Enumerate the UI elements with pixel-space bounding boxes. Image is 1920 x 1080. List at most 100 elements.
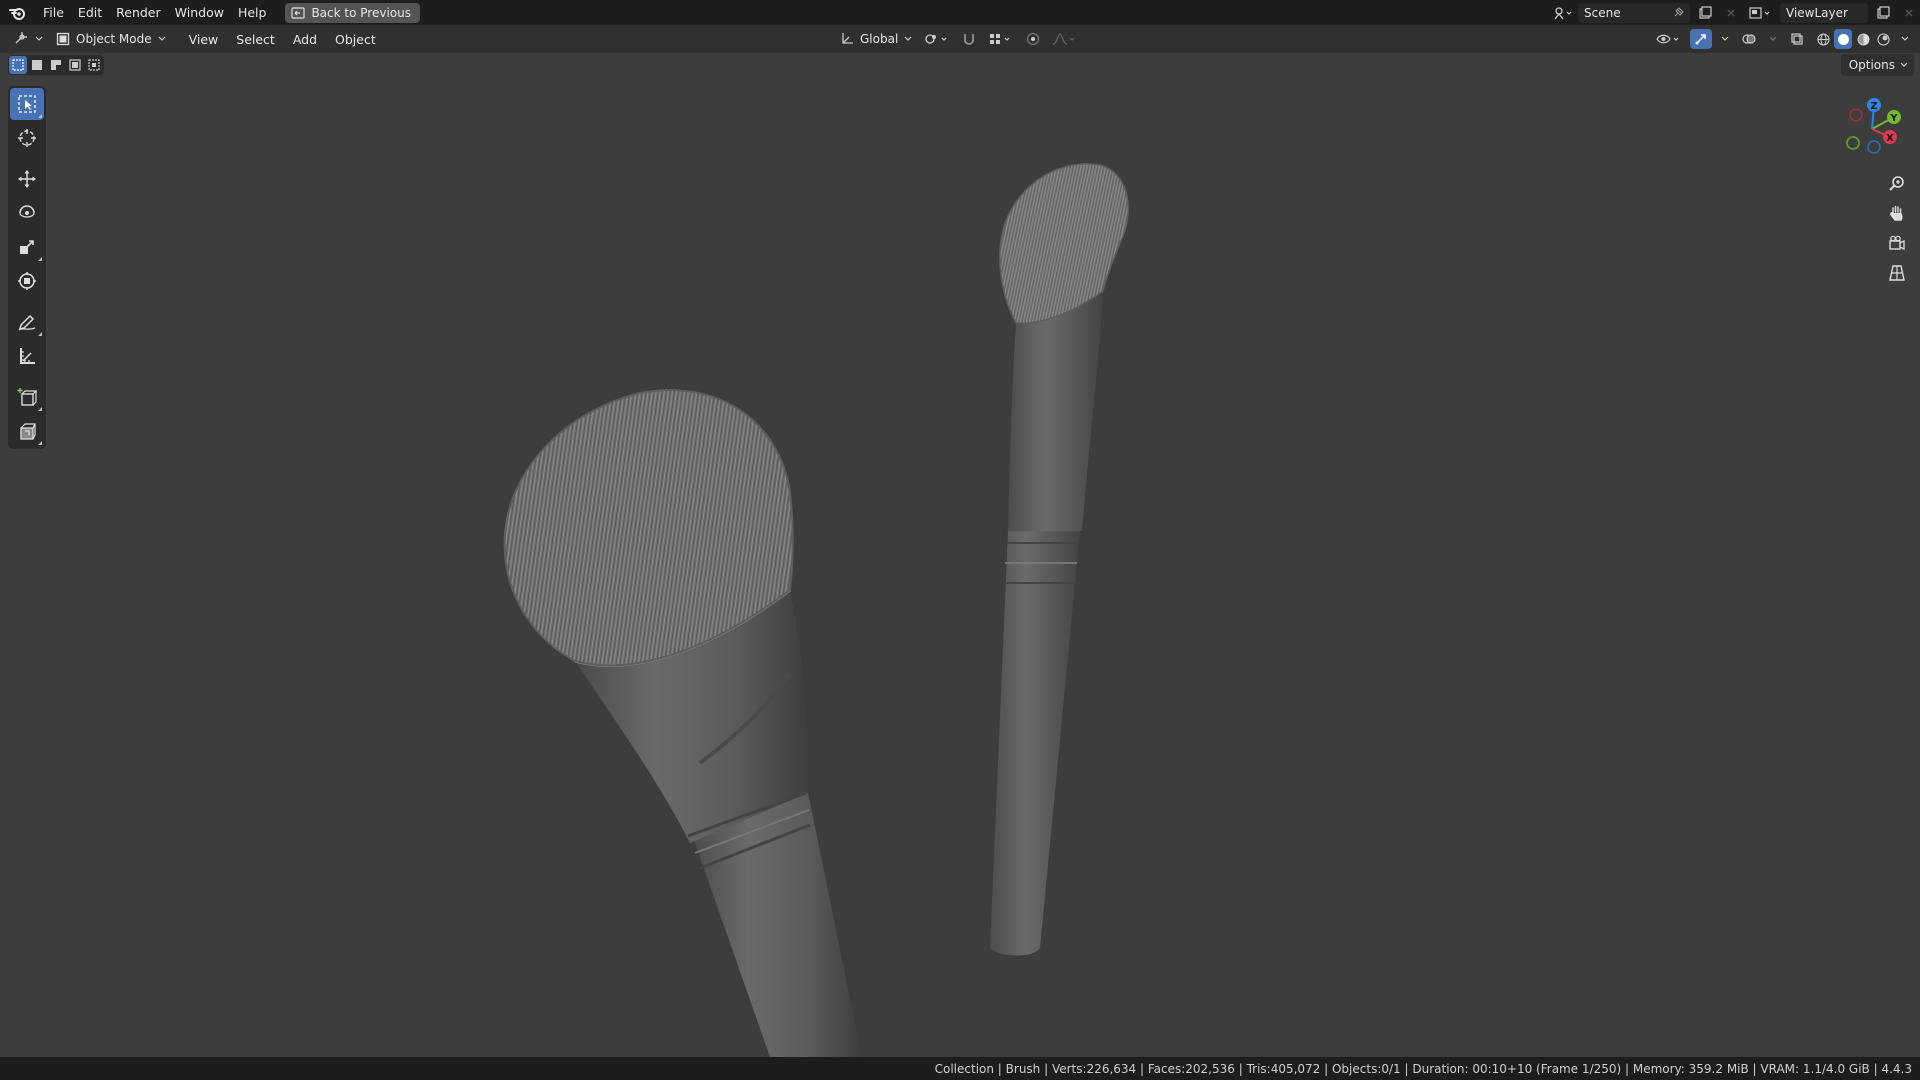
new-view-layer-icon[interactable] [1872,3,1894,23]
object-mode-dropdown[interactable]: Object Mode [50,28,174,50]
transform-tool[interactable] [10,265,44,297]
blender-logo-icon[interactable] [0,0,36,25]
gizmo-neg-y-handle[interactable] [1846,136,1860,150]
chevron-down-icon [904,36,912,41]
object-mode-label: Object Mode [76,32,152,46]
magnet-icon [964,34,975,45]
solid-shading-button[interactable] [1834,29,1852,49]
transform-orientation-label: Global [860,32,899,46]
scale-tool[interactable] [10,231,44,263]
navigation-gizmo[interactable]: Y Z X [1836,93,1908,165]
move-tool[interactable] [10,163,44,195]
menu-object[interactable]: Object [326,32,385,47]
falloff-curve-icon [1053,33,1075,45]
select-extend-mode-button[interactable] [28,56,46,74]
options-dropdown[interactable]: Options [1840,54,1914,76]
scene-browse-icon[interactable] [1552,3,1574,23]
delete-scene-icon[interactable] [1720,3,1742,23]
measure-tool[interactable] [10,340,44,372]
scale-icon [20,240,34,254]
select-intersect-icon [88,59,100,71]
cursor-icon [18,129,36,147]
move-icon [18,170,36,188]
gizmo-neg-x-handle[interactable] [1849,108,1863,122]
transform-orientation-dropdown[interactable]: Global [836,28,917,50]
menu-select[interactable]: Select [227,32,284,47]
menu-help[interactable]: Help [231,0,274,25]
pivot-icon [925,34,947,44]
gizmo-y-label: Y [1889,113,1898,124]
menu-edit[interactable]: Edit [71,0,109,25]
new-scene-icon[interactable] [1694,3,1716,23]
pin-icon[interactable] [1672,6,1684,19]
proportional-editing-toggle[interactable] [1022,29,1044,49]
gizmo-dropdown[interactable] [1718,29,1732,49]
material-preview-button[interactable] [1854,29,1872,49]
view-layer-field[interactable]: ViewLayer [1780,2,1868,23]
gizmo-z-label: Z [1870,101,1877,112]
gizmo-toggle[interactable] [1690,29,1712,49]
snap-target-dropdown[interactable] [986,29,1016,49]
xray-icon [1791,33,1803,45]
add-cube-icon [17,388,37,406]
shading-dropdown[interactable] [1898,29,1912,49]
cursor-tool[interactable] [10,122,44,154]
editor-type-selector[interactable] [6,28,50,50]
camera-view-button[interactable] [1884,230,1910,256]
select-intersect-mode-button[interactable] [85,56,103,74]
status-bar: Collection | Brush | Verts:226,634 | Fac… [0,1057,1920,1080]
annotate-pencil-icon [18,314,36,331]
add-object-tool[interactable] [10,415,44,447]
chevron-down-icon [158,36,166,41]
snap-grid-icon [990,34,1010,44]
delete-view-layer-icon[interactable] [1898,3,1920,23]
annotate-tool[interactable] [10,306,44,338]
menu-window[interactable]: Window [168,0,231,25]
scene-name: Scene [1584,5,1621,20]
viewport-header: Object Mode View Select Add Object Globa… [0,25,1920,53]
menu-add[interactable]: Add [284,32,326,47]
3d-viewport[interactable]: Options Y Z X [0,53,1920,1057]
proportional-falloff-dropdown[interactable] [1050,29,1080,49]
view-layer-browse-icon[interactable] [1746,3,1776,23]
xray-toggle[interactable] [1786,29,1808,49]
select-new-icon [12,59,24,71]
hand-icon [1890,205,1903,221]
rotate-tool[interactable] [10,197,44,229]
visibility-dropdown[interactable] [1654,29,1684,49]
select-invert-mode-button[interactable] [66,56,84,74]
overlays-icon [1742,34,1756,44]
proportional-edit-icon [1027,32,1040,46]
select-box-tool[interactable] [10,88,44,120]
gizmo-x-label: X [1886,133,1894,144]
grid-perspective-icon [1889,265,1905,281]
select-subtract-mode-button[interactable] [47,56,65,74]
menu-view[interactable]: View [180,32,228,47]
tool-shelf [8,86,46,449]
pivot-point-dropdown[interactable] [922,29,952,49]
measure-ruler-icon [20,348,35,364]
select-subtract-icon [51,60,61,70]
overlays-toggle[interactable] [1738,29,1760,49]
chevron-down-icon [1900,62,1908,67]
zoom-view-button[interactable] [1884,170,1910,196]
menu-render[interactable]: Render [109,0,168,25]
back-to-previous-label: Back to Previous [311,5,411,20]
select-new-mode-button[interactable] [9,56,27,74]
snap-toggle[interactable] [958,29,980,49]
wireframe-shading-button[interactable] [1814,29,1832,49]
select-invert-icon [69,59,81,71]
scene-name-field[interactable]: Scene [1578,2,1690,23]
toggle-perspective-button[interactable] [1884,260,1910,286]
rendered-shading-button[interactable] [1874,29,1892,49]
back-to-previous-button[interactable]: Back to Previous [285,2,420,23]
top-bar: File Edit Render Window Help Back to Pre… [0,0,1920,25]
navigation-buttons [1884,170,1910,286]
overlays-dropdown[interactable] [1766,29,1780,49]
menu-file[interactable]: File [36,0,71,25]
add-cube-tool[interactable] [10,381,44,413]
pan-view-button[interactable] [1884,200,1910,226]
options-label: Options [1848,58,1895,72]
gizmo-neg-z-handle[interactable] [1867,140,1881,154]
screen-back-icon [291,6,306,19]
